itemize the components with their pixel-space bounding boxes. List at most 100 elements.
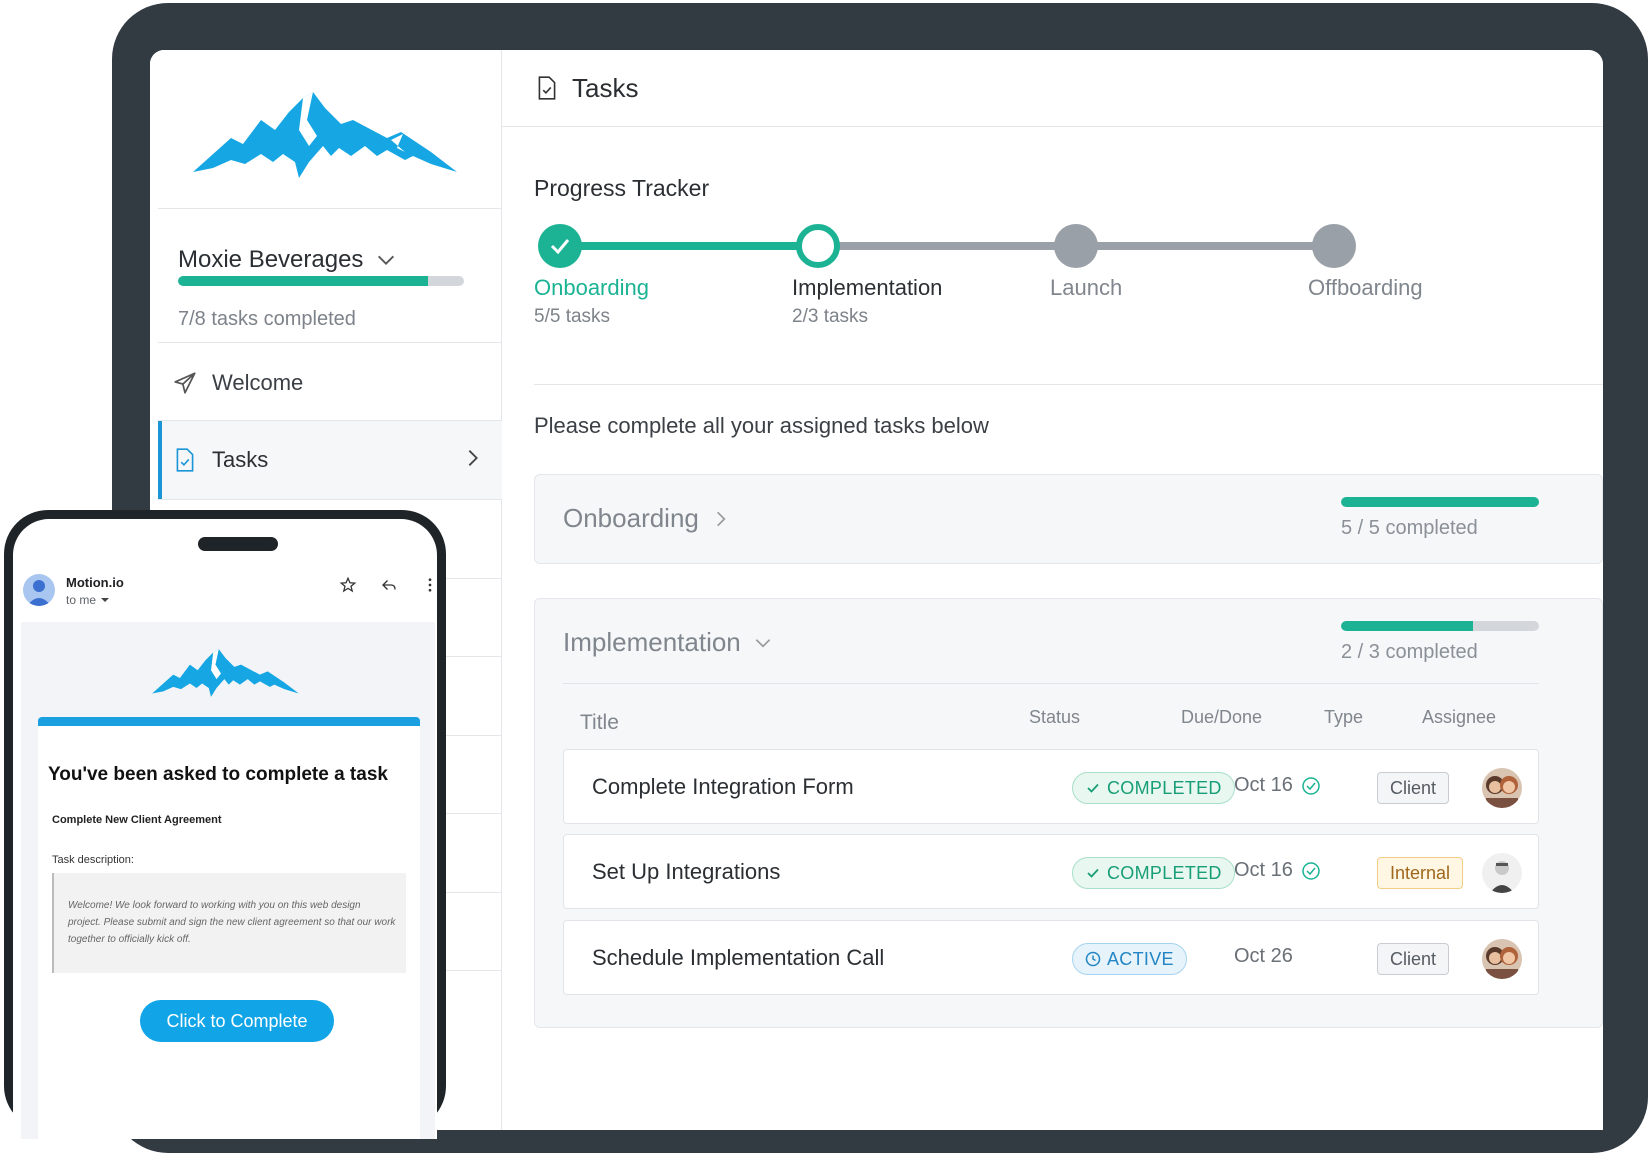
sidebar-item-label: Tasks	[212, 447, 269, 472]
client-progress-text: 7/8 tasks completed	[178, 308, 356, 330]
step-sub: 5/5 tasks	[534, 306, 611, 327]
check-circle-icon	[1302, 776, 1320, 795]
status-text: ACTIVE	[1107, 948, 1174, 969]
document-check-icon	[172, 447, 198, 473]
email-heading: You've been asked to complete a task	[48, 764, 388, 785]
sidebar-divider	[158, 342, 501, 343]
due-text: Oct 16	[1234, 774, 1293, 796]
email-description: Welcome! We look forward to working with…	[52, 873, 406, 973]
step-launch-dot	[1054, 224, 1098, 268]
section-implementation: Implementation 2 / 3 completed Title Sta…	[534, 598, 1603, 1028]
type-badge: Internal	[1377, 857, 1464, 889]
task-title: Set Up Integrations	[592, 859, 781, 884]
section-title-text: Onboarding	[563, 503, 699, 533]
due-date: Oct 16	[1234, 859, 1321, 882]
divider	[534, 384, 1603, 385]
page-title: Tasks	[572, 72, 639, 103]
section-title-text: Implementation	[563, 627, 741, 657]
chevron-down-icon	[378, 255, 395, 265]
reply-icon[interactable]	[380, 576, 398, 594]
checkmark-icon	[550, 239, 570, 255]
phone-frame: Motion.io to me You've been asked to com…	[4, 510, 446, 1139]
page-header: Tasks	[502, 50, 1603, 127]
section-title: Onboarding	[563, 503, 731, 534]
email-description-label: Task description:	[52, 854, 134, 866]
recipient-text: to me	[66, 593, 97, 607]
due-date: Oct 16	[1234, 774, 1321, 797]
section-progress-text: 5 / 5 completed	[1341, 517, 1478, 539]
status-badge: ACTIVE	[1072, 943, 1187, 975]
sender-avatar	[23, 574, 55, 606]
email-logo	[151, 648, 301, 703]
caret-down-icon	[101, 598, 110, 602]
section-progress-fill	[1341, 497, 1539, 507]
divider	[563, 683, 1539, 684]
chevron-right-icon	[468, 450, 478, 466]
section-onboarding[interactable]: Onboarding 5 / 5 completed	[534, 474, 1603, 564]
table-row[interactable]: Schedule Implementation Call ACTIVE Oct …	[563, 920, 1539, 995]
client-progress-fill	[178, 276, 429, 286]
status-badge: COMPLETED	[1072, 772, 1235, 804]
mountain-logo-icon	[193, 92, 457, 178]
due-text: Oct 26	[1234, 945, 1293, 967]
assignee-avatar[interactable]	[1482, 939, 1522, 979]
col-status: Status	[1029, 707, 1081, 727]
status-text: COMPLETED	[1107, 777, 1222, 798]
step-sub: 2/3 tasks	[792, 306, 869, 327]
step-label: Offboarding	[1308, 275, 1423, 300]
clock-icon	[1085, 951, 1101, 967]
section-progress-text: 2 / 3 completed	[1341, 641, 1478, 663]
table-row[interactable]: Complete Integration Form COMPLETED Oct …	[563, 749, 1539, 824]
section-progress-bar	[1341, 497, 1539, 507]
check-circle-icon	[1302, 861, 1320, 880]
phone-notch	[198, 537, 278, 551]
task-title: Schedule Implementation Call	[592, 945, 885, 970]
check-icon	[1087, 783, 1099, 793]
check-icon	[1087, 868, 1099, 878]
col-title: Title	[580, 711, 619, 734]
client-progress-bar	[178, 276, 464, 286]
section-progress-fill	[1341, 621, 1473, 631]
step-offboarding-dot	[1312, 224, 1356, 268]
sidebar-item-tasks[interactable]: Tasks	[158, 421, 502, 499]
email-body: You've been asked to complete a task Com…	[21, 622, 435, 1139]
col-type: Type	[1324, 707, 1364, 727]
chevron-down-icon	[755, 638, 771, 648]
type-badge: Client	[1377, 943, 1450, 975]
email-card: You've been asked to complete a task Com…	[38, 717, 420, 1139]
step-implementation-dot	[796, 224, 840, 268]
client-selector[interactable]: Moxie Beverages	[178, 246, 397, 274]
sidebar-item-label: Welcome	[212, 370, 304, 395]
assignee-avatar[interactable]	[1482, 853, 1522, 893]
recipient-dropdown[interactable]: to me	[66, 593, 110, 607]
step-onboarding-dot	[538, 224, 582, 268]
sender-name: Motion.io	[66, 575, 124, 590]
click-to-complete-button[interactable]: Click to Complete	[140, 1000, 334, 1042]
chevron-right-icon	[716, 511, 726, 526]
assignee-avatar[interactable]	[1482, 768, 1522, 808]
progress-tracker-title: Progress Tracker	[534, 175, 710, 201]
sidebar-item-welcome[interactable]: Welcome	[158, 344, 502, 422]
tracker-line-done	[558, 242, 817, 250]
main-content: Tasks Progress Tracker Onboarding 5/5 ta…	[502, 50, 1603, 1130]
phone-screen: Motion.io to me You've been asked to com…	[13, 519, 437, 1139]
status-text: COMPLETED	[1107, 862, 1222, 883]
company-logo	[150, 50, 502, 220]
task-title: Complete Integration Form	[592, 774, 854, 799]
sidebar-divider	[158, 499, 501, 500]
section-progress-bar	[1341, 621, 1539, 631]
status-badge: COMPLETED	[1072, 857, 1235, 889]
email-task-name: Complete New Client Agreement	[52, 814, 222, 826]
client-name: Moxie Beverages	[178, 246, 364, 273]
mountain-logo-icon	[152, 649, 299, 697]
instructions-text: Please complete all your assigned tasks …	[534, 413, 989, 438]
more-vertical-icon[interactable]	[421, 576, 437, 594]
star-icon[interactable]	[339, 576, 357, 594]
due-date: Oct 26	[1234, 945, 1293, 968]
step-label: Onboarding	[534, 275, 649, 300]
due-text: Oct 16	[1234, 859, 1293, 881]
step-label: Implementation	[792, 275, 943, 300]
table-row[interactable]: Set Up Integrations COMPLETED Oct 16 Int…	[563, 834, 1539, 909]
col-due: Due/Done	[1181, 707, 1263, 727]
section-title[interactable]: Implementation	[563, 627, 773, 658]
